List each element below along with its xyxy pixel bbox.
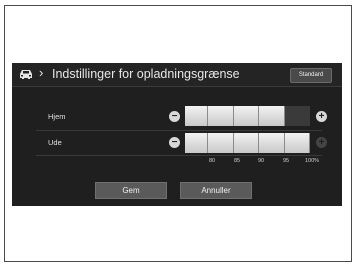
plus-icon: + xyxy=(318,110,325,122)
bar-segment xyxy=(284,133,310,153)
hjem-decrease-button[interactable]: − xyxy=(169,111,180,122)
ude-decrease-button[interactable]: − xyxy=(169,137,180,148)
ude-charge-bar[interactable] xyxy=(185,133,310,153)
car-icon xyxy=(20,70,32,79)
row-divider xyxy=(36,130,322,131)
screen-header: › Indstillinger for opladningsgrænse Sta… xyxy=(12,63,342,87)
ude-increase-button[interactable]: + xyxy=(316,137,327,148)
scale-label: 85 xyxy=(233,158,241,164)
row-divider xyxy=(36,155,322,156)
hjem-charge-bar[interactable] xyxy=(185,106,310,126)
bar-segment xyxy=(259,106,285,126)
scale-label: 100% xyxy=(304,158,320,164)
bar-segment xyxy=(233,133,259,153)
minus-icon: − xyxy=(171,136,178,148)
bar-segment xyxy=(208,106,234,126)
charge-limit-screen: › Indstillinger for opladningsgrænse Sta… xyxy=(12,63,342,206)
bar-segment xyxy=(185,106,208,126)
bar-segment xyxy=(259,133,285,153)
bar-segment xyxy=(185,133,208,153)
bar-segment xyxy=(208,133,234,153)
page-title: Indstillinger for opladningsgrænse xyxy=(52,67,240,81)
hjem-increase-button[interactable]: + xyxy=(316,111,327,122)
bar-segment xyxy=(284,106,310,126)
bar-segment xyxy=(233,106,259,126)
scale-label: 95 xyxy=(282,158,290,164)
save-button[interactable]: Gem xyxy=(95,182,167,199)
row-label-ude: Ude xyxy=(48,138,62,147)
row-label-hjem: Hjem xyxy=(48,112,66,121)
minus-icon: − xyxy=(171,110,178,122)
chevron-right-icon[interactable]: › xyxy=(39,65,43,80)
cancel-button[interactable]: Annuller xyxy=(180,182,252,199)
standard-button[interactable]: Standard xyxy=(290,68,332,83)
plus-icon: + xyxy=(318,136,325,148)
scale-label: 90 xyxy=(257,158,265,164)
scale-label: 80 xyxy=(208,158,216,164)
